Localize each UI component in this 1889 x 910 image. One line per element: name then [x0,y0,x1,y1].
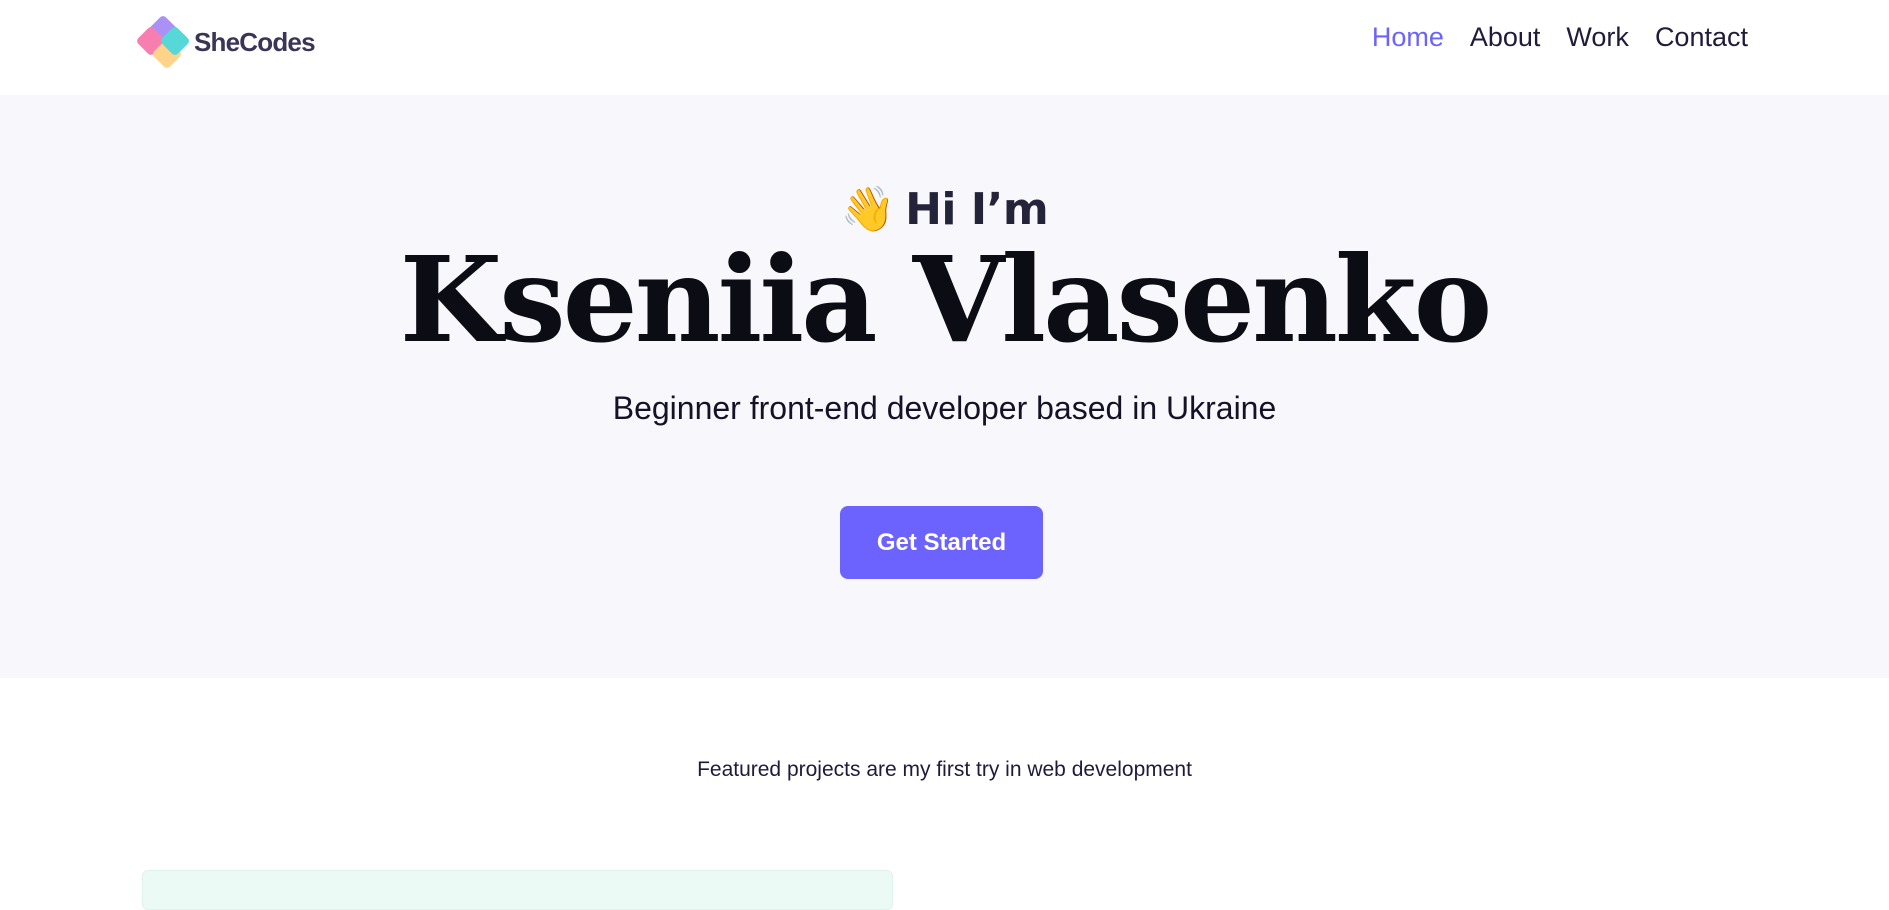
nav-link-home[interactable]: Home [1372,22,1444,53]
nav-link-work[interactable]: Work [1566,22,1629,53]
hero-greeting: 👋 Hi I’m [0,183,1889,235]
greeting-text: Hi I’m [905,184,1049,235]
hero-section: 👋 Hi I’m Kseniia Vlasenko Beginner front-… [0,95,1889,678]
hero-subtitle: Beginner front-end developer based in Uk… [612,390,1277,426]
site-header: SheCodes Home About Work Contact [0,0,1889,95]
projects-intro: Featured projects are my first try in we… [697,758,1192,781]
logo-text: SheCodes [194,26,316,57]
shecodes-logo-icon [135,14,192,70]
waving-hand-icon: 👋 [840,184,896,235]
main-nav: Home About Work Contact [1372,22,1748,53]
site-logo[interactable]: SheCodes [135,14,316,70]
get-started-button[interactable]: Get Started [840,506,1043,579]
nav-link-contact[interactable]: Contact [1655,22,1748,53]
project-card[interactable] [142,870,893,910]
hero-name: Kseniia Vlasenko [399,230,1493,369]
nav-link-about[interactable]: About [1470,22,1541,53]
